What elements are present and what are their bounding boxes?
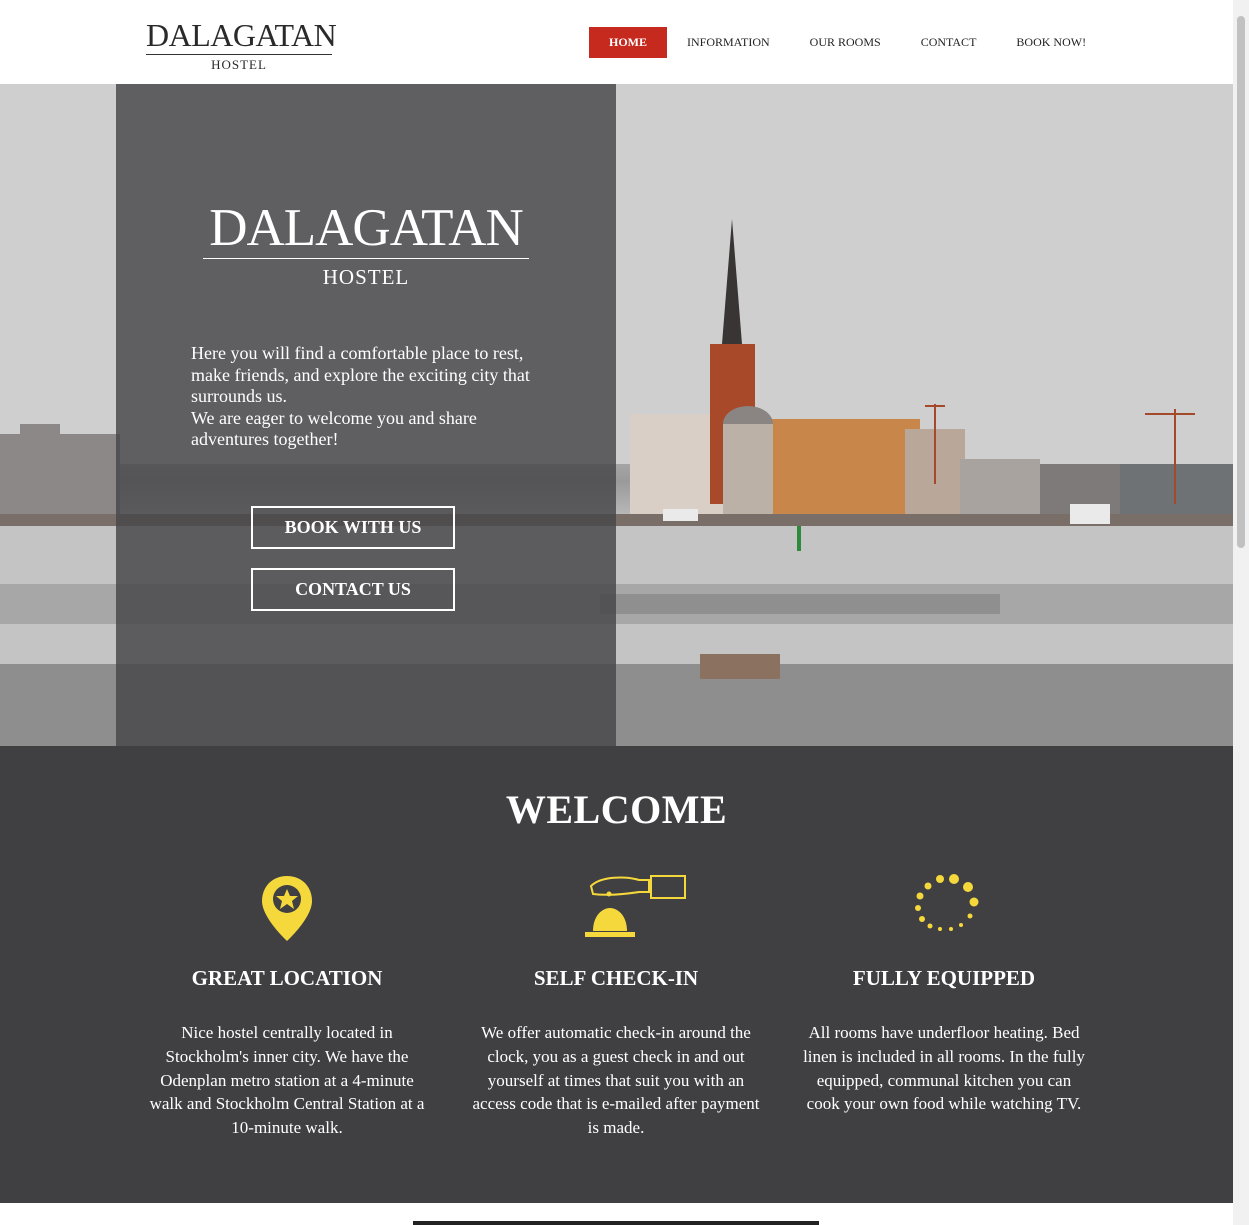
nav-our-rooms[interactable]: OUR ROOMS [790,27,901,58]
book-with-us-button[interactable]: BOOK WITH US [251,506,455,549]
feature-title: SELF CHECK-IN [533,966,699,990]
loading-dots-icon [789,866,1099,946]
hero-logo-divider [203,258,529,259]
hero-intro: Here you will find a comfortable place t… [191,343,551,451]
hero-logo-name: DALAGATAN [209,199,524,257]
next-section-edge [0,1203,1233,1225]
welcome-section: WELCOME GREAT LOCATION Nice hostel centr… [0,746,1233,1203]
nav-home[interactable]: HOME [589,27,667,58]
main-nav: HOME INFORMATION OUR ROOMS CONTACT BOOK … [589,27,1106,58]
site-header: DALAGATAN HOSTEL HOME INFORMATION OUR RO… [0,0,1233,84]
site-logo[interactable]: DALAGATAN HOSTEL [146,17,337,74]
contact-us-button[interactable]: CONTACT US [251,568,455,611]
logo-subtitle: HOSTEL [211,57,267,72]
hero-section: DALAGATAN HOSTEL Here you will find a co… [0,84,1233,746]
nav-book-now[interactable]: BOOK NOW! [996,27,1106,58]
feature-title: FULLY EQUIPPED [852,966,1036,990]
hero-overlay: DALAGATAN HOSTEL Here you will find a co… [116,84,616,746]
logo-name: DALAGATAN [146,17,337,53]
hero-paragraph-1: Here you will find a comfortable place t… [191,343,530,406]
page-scrollbar[interactable] [1233,0,1249,1225]
hero-paragraph-2: We are eager to welcome you and share ad… [191,407,477,450]
feature-text: All rooms have underfloor heating. Bed l… [803,1023,1085,1114]
nav-information[interactable]: INFORMATION [667,27,790,58]
hero-logo: DALAGATAN HOSTEL [203,200,529,290]
reception-bell-icon [461,866,771,946]
feature-self-check-in: SELF CHECK-IN We offer automatic check-i… [461,866,771,1140]
feature-fully-equipped: FULLY EQUIPPED All rooms have underfloor… [789,866,1099,1116]
logo-divider [146,54,332,55]
location-star-icon [132,866,442,946]
feature-text: We offer automatic check-in around the c… [472,1023,760,1138]
feature-text: Nice hostel centrally located in Stockho… [149,1023,425,1138]
feature-title: GREAT LOCATION [191,966,383,990]
feature-great-location: GREAT LOCATION Nice hostel centrally loc… [132,866,442,1140]
next-section-image-edge [413,1221,819,1225]
hero-logo-subtitle: HOSTEL [322,265,410,289]
scrollbar-thumb[interactable] [1237,16,1245,548]
nav-contact[interactable]: CONTACT [901,27,997,58]
welcome-title: WELCOME [505,787,728,832]
